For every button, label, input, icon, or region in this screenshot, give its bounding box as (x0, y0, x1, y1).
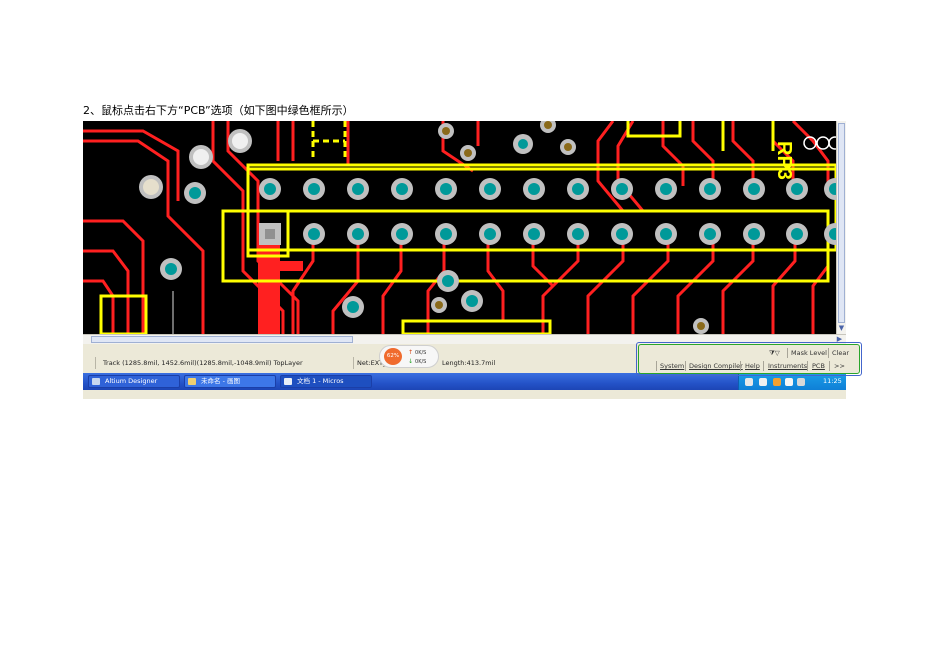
upload-arrow-icon: ↑ (408, 349, 414, 356)
tray-app-icon[interactable] (797, 378, 805, 386)
highlight-box-panels: ⧩▽ Mask Level Clear System Design Compil… (638, 344, 860, 374)
upload-rate: ↑ 0K/S (408, 349, 427, 356)
filter-icon[interactable]: ⧩▽ (769, 349, 780, 358)
system-tray: 11:25 (738, 373, 846, 390)
clear-button[interactable]: Clear (832, 349, 849, 357)
panel-tab-instruments[interactable]: Instruments (768, 362, 807, 370)
scroll-right-icon[interactable]: ▶ (835, 335, 844, 344)
download-rate: ↓ 0K/S (408, 358, 427, 365)
tray-network-icon[interactable] (773, 378, 781, 386)
instruction-caption: 2、鼠标点击右下方“PCB”选项（如下图中绿色框所示） (83, 104, 354, 117)
speed-percent: 62% (384, 348, 402, 365)
panel-tab-help[interactable]: Help (745, 362, 760, 370)
taskbar-item-paint[interactable]: 未命名 - 画图 (184, 375, 276, 388)
document-icon (284, 378, 292, 385)
scroll-down-icon[interactable]: ▼ (838, 325, 845, 332)
track-info: Track (1285.8mil, 1452.6mil)(1285.8mil,-… (103, 359, 303, 367)
altium-icon (92, 378, 100, 385)
tray-volume-icon[interactable] (785, 378, 793, 386)
panel-tabs-more-button[interactable]: >> (834, 362, 845, 370)
panel-tab-design-compiler[interactable]: Design Compiler (689, 362, 743, 370)
tray-keyboard-icon[interactable] (745, 378, 753, 386)
panel-tabs-row: System Design Compiler Help Instruments … (639, 360, 859, 372)
taskbar-item-altium[interactable]: Altium Designer (88, 375, 180, 388)
download-arrow-icon: ↓ (408, 358, 414, 365)
mask-level-row: ⧩▽ Mask Level Clear (639, 347, 859, 359)
taskbar-item-word[interactable]: 文档 1 - Micros (280, 375, 372, 388)
network-speed-widget: 62% ↑ 0K/S ↓ 0K/S (379, 345, 439, 368)
pcb-canvas[interactable]: RP3 (83, 121, 836, 334)
taskbar-clock: 11:25 (823, 377, 842, 385)
panel-tab-pcb[interactable]: PCB (812, 362, 825, 370)
mask-level-button[interactable]: Mask Level (791, 349, 827, 357)
paint-icon (188, 378, 196, 385)
horizontal-scroll-thumb[interactable] (91, 336, 353, 343)
horizontal-scrollbar[interactable]: ▶ (83, 334, 846, 344)
length-info: Length:413.7mil (442, 359, 496, 367)
component-label-rp3: RP3 (773, 141, 795, 180)
windows-taskbar: Altium Designer 未命名 - 画图 文档 1 - Micros 1… (83, 373, 846, 390)
tray-help-icon[interactable] (759, 378, 767, 386)
vertical-scroll-thumb[interactable] (838, 123, 845, 323)
vertical-scrollbar[interactable]: ▼ (836, 121, 846, 334)
panel-tab-system[interactable]: System (660, 362, 684, 370)
